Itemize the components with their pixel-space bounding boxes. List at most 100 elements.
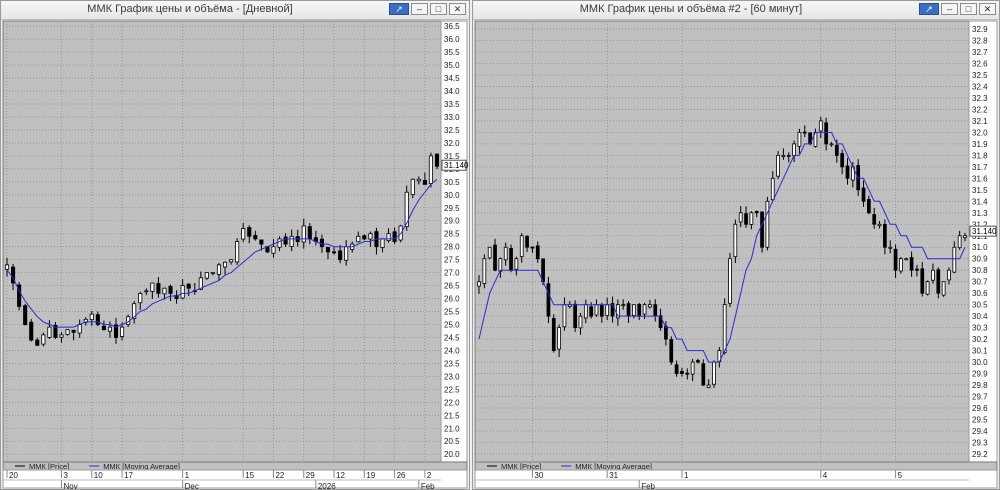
window-titlebar[interactable]: ММК График цены и объёма #2 - [60 минут]… [473, 1, 999, 20]
y-tick-label: 36.5 [444, 22, 460, 31]
y-tick-label: 23.0 [444, 372, 460, 381]
maximize-icon[interactable]: □ [430, 3, 447, 15]
price-candle [29, 319, 34, 342]
y-tick-label: 21.0 [444, 424, 460, 433]
x-axis-panel [474, 469, 998, 489]
y-tick-label: 32.7 [972, 48, 988, 57]
candle-body [247, 227, 252, 237]
candle-body [241, 228, 246, 240]
candle-body [277, 238, 282, 248]
candle-body [271, 246, 276, 254]
y-tick-label: 31.3 [972, 209, 988, 218]
x-month-label: Nov [64, 482, 78, 489]
y-tick-label: 36.0 [444, 35, 460, 44]
candle-body [781, 154, 786, 157]
close-icon[interactable]: ✕ [449, 3, 466, 15]
candle-body [770, 177, 775, 201]
candle-body [952, 246, 957, 273]
pin-icon[interactable]: ↗ [389, 3, 409, 15]
candle-body [107, 326, 113, 332]
y-tick-label: 27.5 [444, 256, 460, 265]
hourly-price-chart[interactable]: 32.9 32.8 32.7 32.6 32.5 32.4 32.3 32.2 32.1 32.0… [473, 20, 999, 489]
y-tick-label: 33.0 [444, 113, 460, 122]
y-tick-label: 30.4 [972, 312, 988, 321]
candle-body [861, 187, 866, 202]
candle-body [138, 292, 143, 304]
candle-body [77, 324, 82, 334]
price-candle [712, 360, 716, 388]
price-candle [722, 298, 727, 355]
candle-body [589, 306, 594, 317]
candle-body [144, 290, 149, 293]
pin-icon[interactable]: ↗ [919, 3, 939, 15]
candle-body [235, 241, 240, 263]
y-tick-label: 30.8 [972, 266, 988, 275]
candle-body [947, 269, 951, 281]
candle-body [749, 212, 754, 225]
candle-body [392, 231, 397, 242]
candle-body [786, 154, 791, 157]
price-candle [482, 254, 487, 289]
candle-body [963, 235, 967, 239]
candle-body [307, 226, 312, 240]
candle-body [776, 154, 780, 177]
y-tick-label: 29.2 [972, 450, 988, 459]
candle-body [690, 361, 695, 375]
y-tick-label: 32.3 [972, 94, 988, 103]
y-tick-label: 30.3 [972, 324, 988, 333]
candle-body [621, 304, 626, 307]
y-tick-label: 24.0 [444, 346, 460, 355]
y-tick-label: 30.6 [972, 289, 988, 298]
price-candle [235, 238, 240, 265]
price-candle [509, 244, 513, 273]
x-tick-label: 20 [9, 471, 18, 480]
y-tick-label: 34.5 [444, 74, 460, 83]
x-tick-label: 31 [609, 471, 618, 480]
price-candle [941, 281, 946, 297]
candle-body [653, 304, 658, 317]
x-tick-label: 5 [898, 471, 903, 480]
minimize-icon[interactable]: – [411, 3, 428, 15]
minimize-icon[interactable]: – [941, 3, 958, 15]
candle-body [765, 200, 770, 248]
candle-body [101, 325, 106, 331]
candle-body [416, 178, 421, 182]
y-tick-label: 30.0 [444, 191, 460, 200]
y-tick-label: 27.0 [444, 269, 460, 278]
y-tick-label: 26.5 [444, 282, 460, 291]
candle-body [626, 303, 631, 317]
candle-body [65, 329, 70, 335]
candle-body [797, 131, 802, 147]
y-tick-label: 30.2 [972, 335, 988, 344]
candle-body [120, 326, 125, 337]
candle-body [210, 272, 215, 275]
candle-body [35, 339, 40, 346]
candle-body [186, 283, 191, 289]
maximize-icon[interactable]: □ [960, 3, 977, 15]
candle-body [325, 246, 331, 253]
y-tick-label: 29.6 [972, 404, 988, 413]
candle-body [356, 235, 361, 243]
candle-body [840, 153, 845, 168]
candle-body [301, 225, 306, 243]
y-tick-label: 31.6 [972, 174, 988, 183]
close-icon[interactable]: ✕ [979, 3, 996, 15]
candle-body [829, 143, 834, 146]
candle-body [680, 370, 684, 374]
candle-body [915, 268, 919, 271]
legend-strip [2, 461, 468, 471]
price-candle [733, 219, 738, 264]
y-tick-label: 33.5 [444, 100, 460, 109]
price-candle [65, 329, 70, 336]
y-tick-label: 31.5 [444, 152, 460, 161]
x-tick-label: 15 [245, 471, 254, 480]
window-titlebar[interactable]: ММК График цены и объёма - [Дневной] ↗ – □… [1, 1, 469, 20]
candle-body [338, 250, 343, 261]
daily-price-chart[interactable]: 36.5 36.0 35.5 35.0 34.5 34.0 33.5 33.0 32.5 32.0… [1, 20, 469, 489]
candle-body [344, 246, 349, 261]
candle-body [893, 248, 898, 271]
y-tick-label: 29.0 [444, 217, 460, 226]
y-tick-label: 26.0 [444, 295, 460, 304]
y-tick-label: 31.9 [972, 140, 988, 149]
y-tick-label: 29.5 [972, 416, 988, 425]
